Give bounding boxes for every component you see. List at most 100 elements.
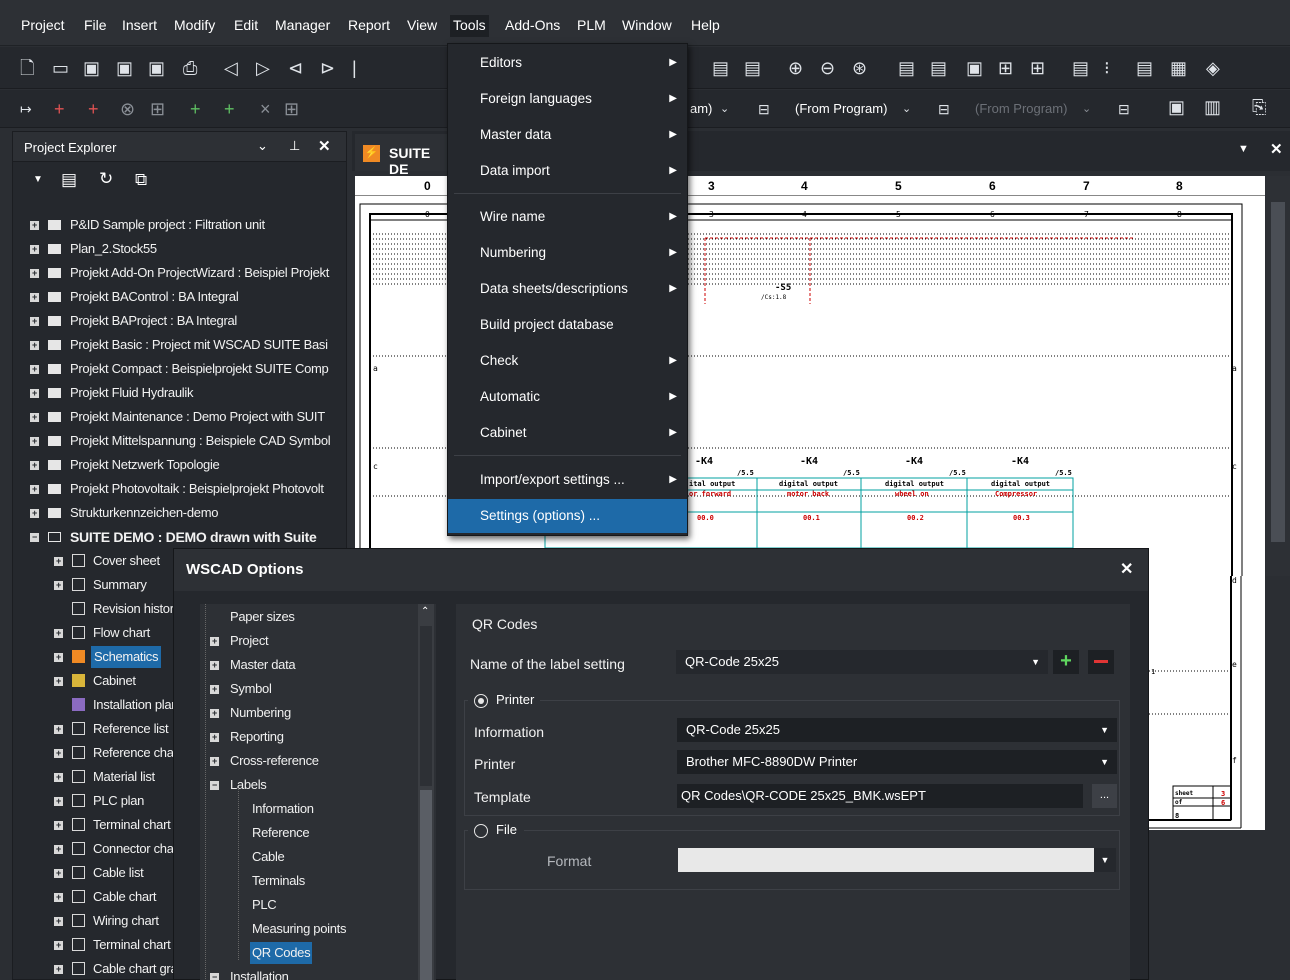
zoom-in-icon[interactable]: ⊕ <box>788 59 803 77</box>
doc-filter-icon[interactable]: ▤ <box>930 59 947 77</box>
options-tree-scrollbar[interactable]: ⌃ <box>418 604 434 980</box>
wire-add-icon[interactable]: ⊟ <box>758 100 770 118</box>
printer-radio-row[interactable]: Printer <box>468 692 540 710</box>
report-icon[interactable]: ▤ <box>712 59 729 77</box>
remove-setting-button[interactable] <box>1088 650 1114 674</box>
report-edit-icon[interactable]: ▤ <box>744 59 761 77</box>
zoom-fit-icon[interactable]: ⊛ <box>852 59 867 77</box>
connection-point-icon[interactable]: + <box>54 100 65 118</box>
menu-item-cabinet[interactable]: Cabinet ▶ <box>448 416 687 450</box>
menu-project[interactable]: Project <box>18 15 68 37</box>
open-folder-icon[interactable]: ▭ <box>52 59 69 77</box>
first-page-icon[interactable]: ⊲ <box>288 59 303 77</box>
menu-insert[interactable]: Insert <box>119 15 160 37</box>
menu-tools[interactable]: Tools <box>450 15 489 37</box>
menu-plm[interactable]: PLM <box>574 15 609 37</box>
document-list-icon[interactable]: ▤ <box>61 170 77 190</box>
close-icon[interactable]: ✕ <box>1120 559 1133 579</box>
tree-icon[interactable]: ⊞ <box>998 59 1013 77</box>
menu-item-automatic[interactable]: Automatic ▶ <box>448 380 687 414</box>
tree-search-icon[interactable]: ⊞ <box>1030 59 1045 77</box>
scroll-thumb[interactable] <box>1271 202 1285 542</box>
menu-help[interactable]: Help <box>688 15 723 37</box>
options-tree-item-selected[interactable]: QR Codes <box>250 942 313 964</box>
menu-item-editors[interactable]: Editors ▶ <box>448 46 687 80</box>
canvas-vertical-scrollbar[interactable] <box>1266 176 1290 576</box>
options-tree-item[interactable]: Reference <box>252 822 310 844</box>
options-tree-item[interactable]: Terminals <box>252 870 305 892</box>
tab-dropdown-icon[interactable]: ▼ <box>1238 143 1249 155</box>
add-setting-button[interactable]: + <box>1053 650 1079 674</box>
green-connection-icon[interactable]: + <box>224 100 235 118</box>
label-setting-select[interactable]: QR-Code 25x25 ▼ <box>676 650 1048 674</box>
cross-circle-icon[interactable]: ⊗ <box>120 100 135 118</box>
information-select[interactable]: QR-Code 25x25 ▼ <box>677 718 1117 742</box>
last-page-icon[interactable]: ⊳ <box>320 59 335 77</box>
menu-manager[interactable]: Manager <box>272 15 333 37</box>
menu-item-data-import[interactable]: Data import ▶ <box>448 154 687 188</box>
bus-icon[interactable]: ⊞ <box>150 100 165 118</box>
menu-view[interactable]: View <box>404 15 440 37</box>
print-icon[interactable]: ⎙ <box>183 59 197 77</box>
prev-page-icon[interactable]: ◁ <box>224 59 238 77</box>
options-tree-item[interactable]: Paper sizes <box>230 606 295 628</box>
scroll-up-icon[interactable]: ⌃ <box>421 606 429 617</box>
menu-item-master-data[interactable]: Master data ▶ <box>448 118 687 152</box>
expand-triangle-icon[interactable]: ▼ <box>33 174 43 185</box>
menu-item-build-database[interactable]: Build project database <box>448 308 687 342</box>
menu-modify[interactable]: Modify <box>171 15 218 37</box>
new-document-icon[interactable]: 🗋 <box>20 59 34 77</box>
next-page-icon[interactable]: ▷ <box>256 59 270 77</box>
menu-edit[interactable]: Edit <box>231 15 261 37</box>
bus-gray-icon[interactable]: ⊞ <box>284 100 299 118</box>
line-tool-icon[interactable]: ↦ <box>20 100 32 118</box>
green-junction-icon[interactable]: + <box>190 100 201 118</box>
chevron-down-icon[interactable]: ⌄ <box>720 100 729 118</box>
scroll-thumb[interactable] <box>420 790 432 980</box>
options-tree-item[interactable]: PLC <box>252 894 277 916</box>
menu-item-numbering[interactable]: Numbering ▶ <box>448 236 687 270</box>
pin-icon[interactable]: ⊥ <box>289 138 300 154</box>
menu-window[interactable]: Window <box>619 15 675 37</box>
export-icon[interactable]: ⎘ <box>1252 98 1266 116</box>
cross-icon[interactable]: × <box>260 100 271 118</box>
menu-report[interactable]: Report <box>345 15 393 37</box>
page-nav-icon[interactable]: | <box>352 59 357 77</box>
doc-search-icon[interactable]: ▤ <box>898 59 915 77</box>
refresh-icon[interactable]: ↻ <box>99 169 113 189</box>
copy-icon[interactable]: ⧉ <box>135 170 147 190</box>
options-tree-item[interactable]: Measuring points <box>252 918 347 940</box>
menu-item-data-sheets[interactable]: Data sheets/descriptions ▶ <box>448 272 687 306</box>
wire-edit-icon[interactable]: ⊟ <box>1118 100 1130 118</box>
junction-icon[interactable]: + <box>88 100 99 118</box>
save-as-icon[interactable]: ▣ <box>116 59 133 77</box>
doc-view-icon[interactable]: ▣ <box>966 59 983 77</box>
attributes-icon[interactable]: ⁝ <box>1104 59 1110 77</box>
printer-radio[interactable] <box>474 694 488 708</box>
close-icon[interactable]: ✕ <box>1270 140 1283 158</box>
menu-item-settings-options[interactable]: Settings (options) ... <box>448 499 687 533</box>
options-tree-item[interactable]: Information <box>252 798 314 820</box>
menu-addons[interactable]: Add-Ons <box>502 15 563 37</box>
program-select-2[interactable]: (From Program) <box>795 101 887 116</box>
template-input[interactable]: QR Codes\QR-CODE 25x25_BMK.wsEPT <box>677 784 1083 808</box>
menu-file[interactable]: File <box>81 15 110 37</box>
chevron-down-icon[interactable]: ⌄ <box>902 100 911 118</box>
printer-select[interactable]: Brother MFC-8890DW Printer ▼ <box>677 750 1117 774</box>
menu-item-import-export-settings[interactable]: Import/export settings ... ▶ <box>448 463 687 497</box>
save-icon[interactable]: ▣ <box>83 59 100 77</box>
file-radio[interactable] <box>474 824 488 838</box>
close-icon[interactable]: ✕ <box>318 137 331 155</box>
list-search-icon[interactable]: ▤ <box>1136 59 1153 77</box>
document-tab[interactable]: ⚡ SUITE DE <box>355 134 451 177</box>
save-all-icon[interactable]: ▣ <box>148 59 165 77</box>
wire-remove-icon[interactable]: ⊟ <box>938 100 950 118</box>
zoom-out-icon[interactable]: ⊖ <box>820 59 835 77</box>
panel-split-icon[interactable]: ▥ <box>1204 98 1221 116</box>
panel-view-icon[interactable]: ▣ <box>1168 98 1185 116</box>
grid-icon[interactable]: ▦ <box>1170 59 1187 77</box>
browse-button[interactable]: ... <box>1092 784 1117 808</box>
program-select-1[interactable]: am) <box>690 101 712 116</box>
chevron-down-icon[interactable]: ⌄ <box>257 138 268 154</box>
property-icon[interactable]: ▤ <box>1072 59 1089 77</box>
